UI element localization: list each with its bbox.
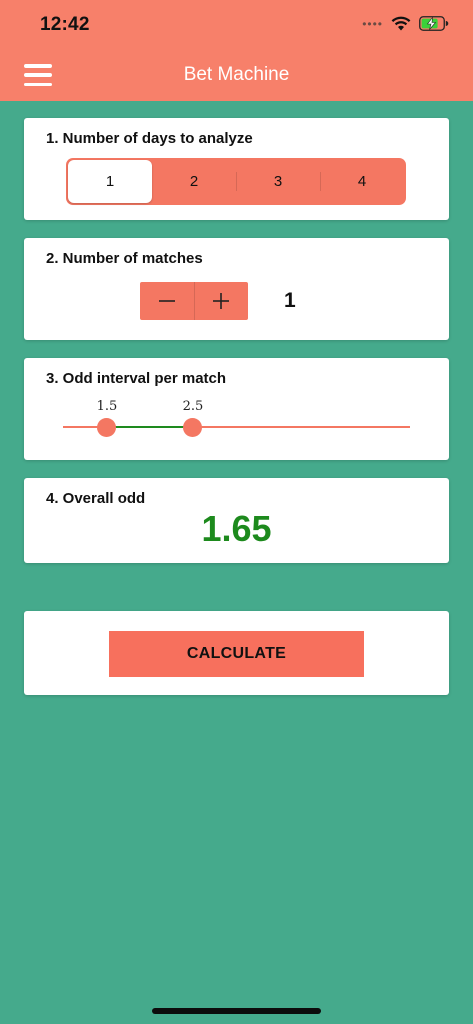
- days-option-3[interactable]: 3: [236, 160, 320, 203]
- app-header: 12:42 •••• Bet Machine: [0, 0, 473, 101]
- days-title: 1. Number of days to analyze: [46, 130, 253, 147]
- overall-odd-value: 1.65: [201, 508, 272, 549]
- plus-icon: [213, 293, 230, 309]
- calculate-card: CALCULATE: [24, 611, 449, 695]
- matches-title: 2. Number of matches: [46, 250, 203, 267]
- days-option-4[interactable]: 4: [320, 160, 404, 203]
- matches-card: 2. Number of matches 1: [24, 238, 449, 340]
- slider-high-thumb[interactable]: [183, 418, 202, 437]
- app-title: Bet Machine: [183, 64, 290, 85]
- minus-icon: [158, 300, 175, 302]
- odd-interval-title: 3. Odd interval per match: [46, 370, 227, 387]
- cellular-signal-icon: ••••: [362, 16, 383, 31]
- increment-button[interactable]: [193, 282, 249, 320]
- calculate-button[interactable]: CALCULATE: [109, 631, 364, 677]
- days-option-1[interactable]: 1: [68, 160, 152, 203]
- days-option-2[interactable]: 2: [152, 160, 236, 203]
- days-segmented-control: 1 2 3 4: [66, 158, 406, 205]
- overall-odd-title: 4. Overall odd: [46, 490, 146, 507]
- slider-selected-range: [107, 426, 193, 428]
- decrement-button[interactable]: [140, 282, 194, 320]
- matches-stepper: [140, 282, 248, 320]
- slider-low-thumb[interactable]: [97, 418, 116, 437]
- overall-odd-card: 4. Overall odd 1.65: [24, 478, 449, 563]
- odd-interval-card: 3. Odd interval per match 1.5 2.5: [24, 358, 449, 460]
- days-card: 1. Number of days to analyze 1 2 3 4: [24, 118, 449, 220]
- home-indicator: [152, 1008, 321, 1014]
- battery-charging-icon: [419, 16, 449, 31]
- matches-value: 1: [284, 289, 296, 312]
- wifi-icon: [391, 16, 411, 31]
- status-time: 12:42: [40, 14, 90, 35]
- status-icons: ••••: [362, 16, 449, 31]
- slider-high-label: 2.5: [182, 399, 204, 414]
- slider-low-label: 1.5: [96, 399, 118, 414]
